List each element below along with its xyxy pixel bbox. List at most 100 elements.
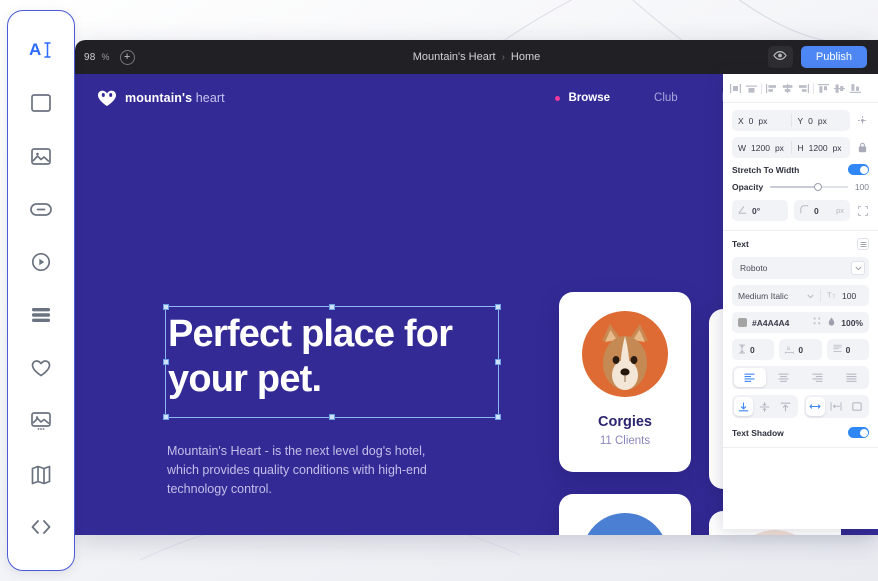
tool-rail: A bbox=[7, 10, 75, 571]
font-size-field[interactable]: TT 100 bbox=[821, 285, 869, 306]
position-row: X 0 px Y 0 px bbox=[732, 110, 869, 131]
rotation-field[interactable]: 0° bbox=[732, 200, 788, 221]
layers-icon bbox=[29, 304, 53, 326]
auto-width-button[interactable] bbox=[805, 397, 825, 416]
resize-handle-middle-right[interactable] bbox=[495, 359, 501, 365]
valign-bottom-button[interactable] bbox=[734, 397, 754, 416]
tool-shape[interactable] bbox=[18, 80, 64, 126]
resize-handle-top-center[interactable] bbox=[329, 304, 335, 310]
chevron-down-icon[interactable] bbox=[851, 261, 865, 275]
logo-text: mountain's heart bbox=[125, 91, 225, 105]
nav-item-browse-label: Browse bbox=[568, 92, 611, 104]
tool-map[interactable] bbox=[18, 451, 64, 497]
resize-handle-middle-left[interactable] bbox=[163, 359, 169, 365]
resize-handle-bottom-right[interactable] bbox=[495, 414, 501, 420]
toolbar-divider bbox=[761, 82, 762, 94]
publish-button[interactable]: Publish bbox=[800, 46, 867, 68]
spacing-row: 0 a 0 0 bbox=[732, 339, 869, 360]
expand-corners-icon[interactable] bbox=[856, 205, 869, 216]
align-text-left-button[interactable] bbox=[734, 368, 766, 387]
align-center-horizontal-icon[interactable] bbox=[744, 81, 759, 95]
text-shadow-toggle[interactable] bbox=[848, 427, 869, 438]
auto-height-button[interactable] bbox=[827, 397, 846, 416]
align-left-edge-icon[interactable] bbox=[728, 81, 743, 95]
letter-spacing-value: 0 bbox=[798, 344, 804, 355]
resize-handle-top-right[interactable] bbox=[495, 304, 501, 310]
valign-top-button[interactable] bbox=[776, 397, 795, 416]
active-dot-icon bbox=[555, 95, 561, 101]
opacity-row: Opacity 100 bbox=[732, 182, 869, 192]
tool-gallery[interactable] bbox=[18, 398, 64, 444]
text-options-icon[interactable] bbox=[857, 238, 869, 250]
hero-subtitle[interactable]: Mountain's Heart - is the next level dog… bbox=[167, 442, 439, 499]
zoom-in-button[interactable]: + bbox=[119, 49, 135, 65]
y-value: 0 bbox=[808, 115, 813, 126]
align-middle-vertical-icon[interactable] bbox=[832, 81, 847, 95]
nav-item-club[interactable]: Club bbox=[654, 92, 678, 104]
corner-radius-field[interactable]: 0 px bbox=[794, 200, 850, 221]
text-shadow-label: Text Shadow bbox=[732, 427, 784, 438]
font-style-fields[interactable]: Medium Italic TT 100 bbox=[732, 285, 869, 306]
resize-handle-top-left[interactable] bbox=[163, 304, 169, 310]
avatar-terriers bbox=[732, 530, 818, 535]
y-field[interactable]: Y 0 px bbox=[792, 110, 851, 131]
valign-middle-button[interactable] bbox=[755, 397, 774, 416]
stretch-toggle[interactable] bbox=[848, 164, 869, 175]
width-field[interactable]: W 1200 px bbox=[732, 137, 791, 158]
letter-spacing-icon: a bbox=[785, 344, 795, 356]
align-text-justify-button[interactable] bbox=[835, 368, 867, 387]
resize-handle-bottom-left[interactable] bbox=[163, 414, 169, 420]
align-left-icon[interactable] bbox=[764, 81, 779, 95]
breadcrumb-project[interactable]: Mountain's Heart bbox=[413, 51, 496, 63]
height-unit: px bbox=[832, 142, 842, 153]
opacity-slider[interactable] bbox=[770, 183, 848, 191]
align-top-icon[interactable] bbox=[816, 81, 831, 95]
color-picker-icon[interactable] bbox=[813, 317, 822, 328]
resize-handle-bottom-center[interactable] bbox=[329, 414, 335, 420]
align-text-center-button[interactable] bbox=[768, 368, 800, 387]
chevron-down-icon-2[interactable] bbox=[807, 291, 814, 301]
align-bottom-icon[interactable] bbox=[848, 81, 863, 95]
text-color-field[interactable]: #A4A4A4 100% bbox=[732, 312, 869, 333]
align-right-icon[interactable] bbox=[796, 81, 811, 95]
font-style-select[interactable]: Medium Italic bbox=[732, 285, 820, 306]
corner-radius-value: 0 bbox=[814, 205, 819, 216]
color-swatch[interactable] bbox=[738, 318, 747, 327]
move-icon[interactable] bbox=[856, 115, 869, 126]
site-logo[interactable]: mountain's heart bbox=[97, 89, 225, 107]
tool-favorites[interactable] bbox=[18, 345, 64, 391]
opacity-slider-knob[interactable] bbox=[814, 183, 823, 191]
letter-spacing-field[interactable]: a 0 bbox=[779, 339, 822, 360]
card-corgies[interactable]: Corgies 11 Clients bbox=[559, 292, 691, 472]
x-value: 0 bbox=[748, 115, 754, 126]
paragraph-spacing-field[interactable]: 0 bbox=[826, 339, 869, 360]
preview-button[interactable] bbox=[767, 46, 793, 68]
breadcrumb-page[interactable]: Home bbox=[511, 51, 540, 63]
angle-icon bbox=[738, 205, 747, 216]
size-fields[interactable]: W 1200 px H 1200 px bbox=[732, 137, 850, 158]
selection-box[interactable] bbox=[163, 304, 501, 420]
position-fields[interactable]: X 0 px Y 0 px bbox=[732, 110, 850, 131]
pill-button-icon bbox=[29, 198, 53, 220]
tool-video[interactable] bbox=[18, 239, 64, 285]
fixed-size-button[interactable] bbox=[848, 397, 867, 416]
x-field[interactable]: X 0 px bbox=[732, 110, 791, 131]
lock-icon[interactable] bbox=[856, 142, 869, 153]
line-height-field[interactable]: 0 bbox=[732, 339, 775, 360]
height-field[interactable]: H 1200 px bbox=[792, 137, 851, 158]
align-text-right-button[interactable] bbox=[802, 368, 834, 387]
nav-item-browse[interactable]: Browse bbox=[555, 92, 610, 104]
chevron-right-icon: › bbox=[501, 51, 505, 63]
font-style-value: Medium Italic bbox=[738, 290, 789, 301]
align-center-icon[interactable] bbox=[780, 81, 795, 95]
paragraph-spacing-icon bbox=[833, 344, 842, 355]
tool-text[interactable]: A bbox=[18, 27, 64, 73]
tool-image[interactable] bbox=[18, 133, 64, 179]
zoom-control[interactable]: 98 % + bbox=[75, 49, 135, 65]
font-family-select[interactable]: Roboto bbox=[732, 257, 869, 279]
tool-layers[interactable] bbox=[18, 292, 64, 338]
color-hex-value: #A4A4A4 bbox=[752, 317, 790, 328]
tool-button[interactable] bbox=[18, 186, 64, 232]
card-weimaraners[interactable]: Weimaraners 28 Clients bbox=[559, 494, 691, 535]
tool-code[interactable] bbox=[18, 504, 64, 550]
